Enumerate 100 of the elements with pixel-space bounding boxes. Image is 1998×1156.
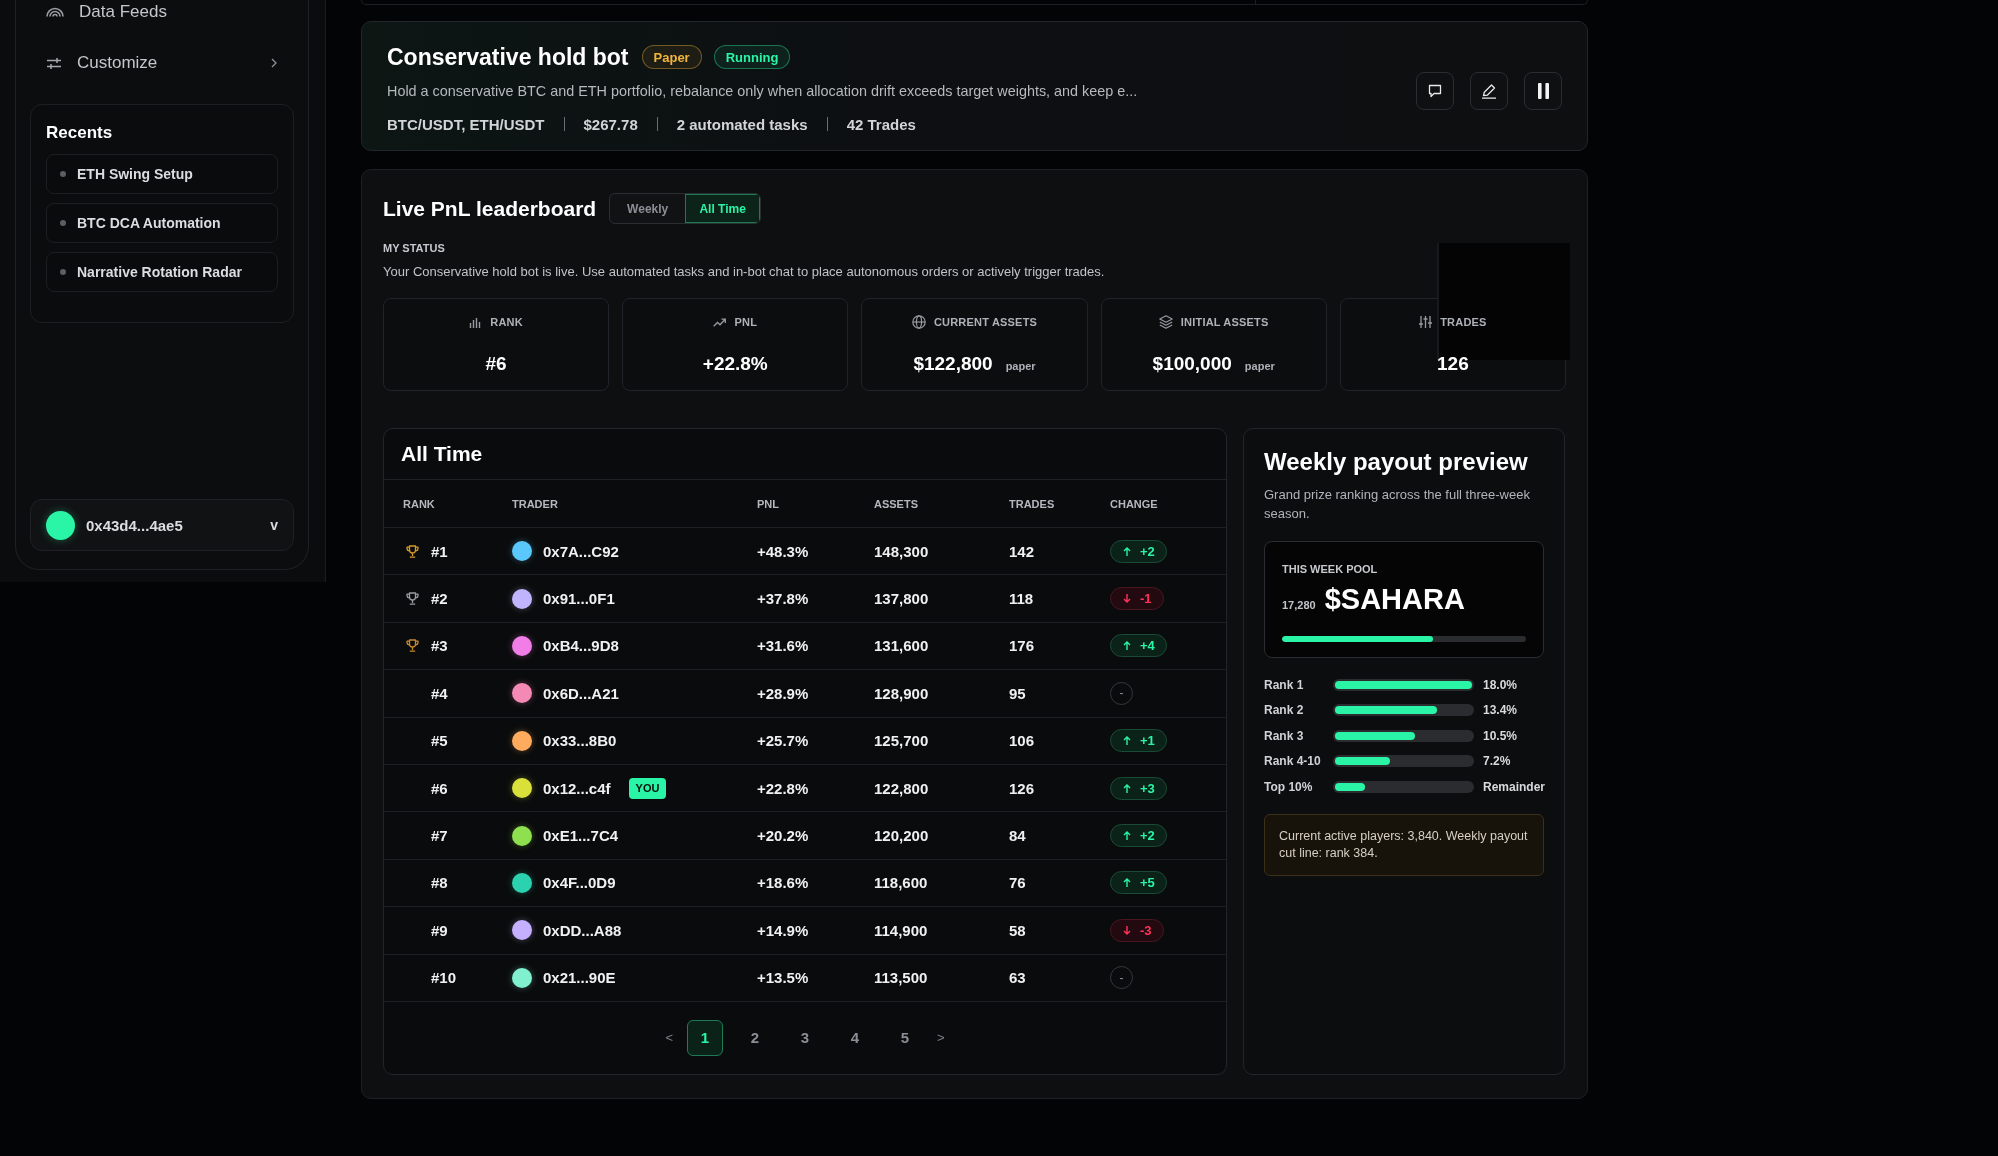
rank-text: #5 xyxy=(431,732,448,750)
trades-count: 106 xyxy=(1009,732,1035,750)
trades-count: 118 xyxy=(1009,590,1034,608)
stat-label: PNL xyxy=(734,316,758,328)
meta-text: 42 Trades xyxy=(846,115,916,133)
arrow-up-icon xyxy=(1123,641,1131,651)
status-badge: Running xyxy=(713,45,791,69)
change-value: +2 xyxy=(1140,828,1155,844)
edit-button[interactable] xyxy=(1470,72,1508,110)
change-value: +3 xyxy=(1140,780,1155,796)
payout-title: Weekly payout preview xyxy=(1264,447,1528,477)
tab[interactable]: Weekly xyxy=(610,194,686,223)
arrow-up-icon xyxy=(1123,831,1131,841)
bullet-dot-icon xyxy=(60,171,66,177)
trader-address: 0xB4...9D8 xyxy=(543,637,619,655)
change-value: -1 xyxy=(1140,591,1152,607)
assets-value: 113,500 xyxy=(874,969,928,987)
rank-text: #10 xyxy=(431,969,457,987)
column-header: CHANGE xyxy=(1110,497,1158,510)
bot-title: Conservative hold bot xyxy=(387,43,629,71)
rank-text: #8 xyxy=(431,874,448,892)
meta-text: 2 automated tasks xyxy=(676,115,808,133)
trades-count: 63 xyxy=(1009,969,1026,987)
pnl-value: +22.8% xyxy=(757,779,809,797)
equalizer-icon xyxy=(1419,316,1433,328)
column-header: PNL xyxy=(757,497,779,510)
pnl-value: +20.2% xyxy=(757,827,809,845)
pause-button[interactable] xyxy=(1524,72,1562,110)
assets-value: 125,700 xyxy=(874,732,929,750)
change-value: -3 xyxy=(1140,922,1152,938)
trader-address: 0xE1...7C4 xyxy=(543,827,619,845)
trades-count: 126 xyxy=(1009,779,1035,797)
trader-address: 0x7A...C92 xyxy=(543,542,619,560)
trades-count: 142 xyxy=(1009,542,1035,560)
trader-address: 0x21...90E xyxy=(543,969,616,987)
trades-count: 76 xyxy=(1009,874,1026,892)
tier-label: Rank 3 xyxy=(1264,728,1305,743)
page-button[interactable]: 3 xyxy=(787,1019,823,1056)
change-value: +5 xyxy=(1140,875,1155,891)
avatar-icon xyxy=(46,510,75,540)
arrow-up-icon xyxy=(1123,736,1131,746)
nav-item[interactable]: Data Feeds xyxy=(30,0,294,24)
stat-label: TRADES xyxy=(1440,316,1487,328)
tier-label: Rank 2 xyxy=(1264,703,1305,718)
section-title: Live PnL leaderboard xyxy=(383,196,597,221)
info-note: Current active players: 3,840. Weekly payout cut line: rank 384. xyxy=(1264,813,1544,876)
tier-share: 10.5% xyxy=(1483,728,1518,743)
tier-label: Top 10% xyxy=(1264,779,1314,794)
next-page-link[interactable]: > xyxy=(937,1030,945,1046)
trader-address: 0x91...0F1 xyxy=(543,590,615,608)
wallet-button[interactable]: 0x43d4...4ae5 v xyxy=(30,499,294,551)
rank-text: #7 xyxy=(431,827,448,845)
trend-up-icon xyxy=(713,317,727,327)
caret-toggle[interactable]: v xyxy=(270,517,278,533)
rank-text: #2 xyxy=(431,590,448,608)
sliders-icon xyxy=(46,56,62,70)
recent-item[interactable]: Narrative Rotation Radar xyxy=(46,252,278,292)
rank-text: #6 xyxy=(431,779,448,797)
page-button[interactable]: 1 xyxy=(687,1019,723,1056)
column-header: ASSETS xyxy=(874,497,918,510)
trader-address: 0x6D...A21 xyxy=(543,684,619,702)
wallet-address: 0x43d4...4ae5 xyxy=(86,516,183,534)
trades-count: 95 xyxy=(1009,684,1026,702)
stat-value: 126 xyxy=(1437,352,1469,376)
tier-share: 7.2% xyxy=(1483,754,1511,769)
bot-description: Hold a conservative BTC and ETH portfolio, rebalance only when allocation drift exceeds target weights, and keep e... xyxy=(387,82,1138,101)
layers-icon xyxy=(1158,315,1173,329)
trader-address: 0xDD...A88 xyxy=(543,921,622,939)
recent-item[interactable]: ETH Swing Setup xyxy=(46,154,278,194)
bullet-dot-icon xyxy=(60,269,66,275)
tier-label: Rank 4-10 xyxy=(1264,754,1322,769)
tier-share: Remainder xyxy=(1483,779,1546,794)
pool-amount: 17,280 xyxy=(1282,599,1316,611)
page-button[interactable]: 4 xyxy=(837,1019,873,1056)
status-heading: MY STATUS xyxy=(383,241,445,255)
tab[interactable]: All Time xyxy=(685,194,761,223)
tier-share: 18.0% xyxy=(1483,677,1518,692)
trader-address: 0x4F...0D9 xyxy=(543,874,616,892)
page-button[interactable]: 5 xyxy=(887,1019,923,1056)
recent-item[interactable]: BTC DCA Automation xyxy=(46,203,278,243)
nav-item[interactable]: Customize xyxy=(30,43,294,83)
previous-page-link[interactable]: < xyxy=(665,1030,673,1046)
bullet-dot-icon xyxy=(60,220,66,226)
pnl-value: +14.9% xyxy=(757,921,809,939)
column-header: RANK xyxy=(403,497,435,510)
page-button[interactable]: 2 xyxy=(737,1019,773,1056)
column-header: TRADES xyxy=(1009,497,1055,510)
pnl-value: +28.9% xyxy=(757,684,809,702)
change-value: +4 xyxy=(1140,638,1155,654)
trades-count: 176 xyxy=(1009,637,1035,655)
stat-label: CURRENT ASSETS xyxy=(933,316,1038,328)
globe-icon xyxy=(911,315,926,329)
tier-share: 13.4% xyxy=(1483,703,1518,718)
stat-label: RANK xyxy=(490,316,523,328)
rank-text: #4 xyxy=(431,684,448,702)
stat-value: #6 xyxy=(485,352,507,376)
pnl-value: +18.6% xyxy=(757,874,809,892)
trader-address: 0x12...c4f xyxy=(543,779,611,797)
chat-button[interactable] xyxy=(1416,72,1454,110)
assets-value: 128,900 xyxy=(874,684,929,702)
